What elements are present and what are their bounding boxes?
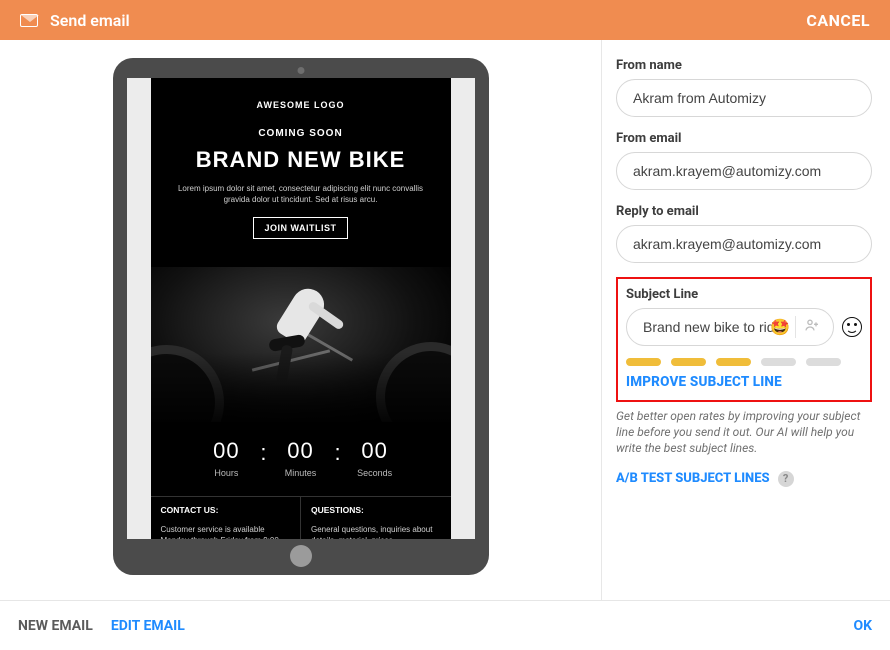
subject-input[interactable]	[626, 308, 834, 346]
score-segment	[626, 358, 661, 366]
score-segment	[671, 358, 706, 366]
score-segment	[761, 358, 796, 366]
tablet-home-button-icon	[290, 545, 312, 567]
countdown-seconds: 00	[349, 438, 401, 464]
edit-email-button[interactable]: EDIT EMAIL	[111, 618, 185, 634]
help-icon[interactable]: ?	[778, 471, 794, 487]
subject-input-wrap: 🤩	[626, 308, 834, 346]
score-segment	[716, 358, 751, 366]
preview-column: AWESOME LOGO COMING SOON BRAND NEW BIKE …	[0, 40, 602, 600]
brand-logo: AWESOME LOGO	[169, 100, 433, 110]
from-name-input[interactable]	[616, 79, 872, 117]
from-name-label: From name	[616, 58, 872, 73]
ab-test-button[interactable]: A/B TEST SUBJECT LINES	[616, 471, 770, 486]
page-title: Send email	[50, 11, 130, 30]
new-email-button[interactable]: NEW EMAIL	[18, 618, 93, 634]
score-segment	[806, 358, 841, 366]
settings-panel: From name From email Reply to email Subj…	[602, 40, 890, 600]
countdown-separator: :	[335, 438, 341, 466]
subject-hint: Get better open rates by improving your …	[616, 408, 872, 457]
emoji-picker-icon[interactable]	[842, 317, 862, 337]
coming-soon-label: COMING SOON	[169, 128, 433, 139]
countdown-hours-label: Hours	[200, 468, 252, 478]
countdown-minutes: 00	[275, 438, 327, 464]
tablet-camera-icon	[297, 67, 304, 74]
footer-questions-text: General questions, inquiries about detai…	[311, 525, 441, 539]
subject-line-section: Subject Line 🤩	[616, 277, 872, 402]
countdown-separator: :	[260, 438, 266, 466]
countdown-hours: 00	[200, 438, 252, 464]
from-email-input[interactable]	[616, 152, 872, 190]
countdown-minutes-label: Minutes	[275, 468, 327, 478]
email-preview: AWESOME LOGO COMING SOON BRAND NEW BIKE …	[151, 78, 451, 539]
email-headline: BRAND NEW BIKE	[169, 147, 433, 173]
add-person-icon[interactable]	[804, 317, 820, 337]
input-divider	[795, 316, 796, 338]
footer-questions-heading: QUESTIONS:	[311, 505, 441, 515]
subject-score	[626, 358, 862, 366]
subject-emoji: 🤩	[770, 318, 790, 337]
subject-label: Subject Line	[626, 287, 862, 302]
from-email-label: From email	[616, 131, 872, 146]
reply-to-input[interactable]	[616, 225, 872, 263]
envelope-icon	[20, 14, 38, 27]
bottom-bar: NEW EMAIL EDIT EMAIL OK	[0, 600, 890, 650]
footer-contact-text: Customer service is available Monday thr…	[161, 525, 291, 539]
hero-image	[151, 267, 451, 422]
footer-contact-heading: CONTACT US:	[161, 505, 291, 515]
email-body-text: Lorem ipsum dolor sit amet, consectetur …	[169, 183, 433, 205]
tablet-screen: AWESOME LOGO COMING SOON BRAND NEW BIKE …	[127, 78, 475, 539]
email-footer: CONTACT US: Customer service is availabl…	[151, 496, 451, 539]
cancel-button[interactable]: CANCEL	[806, 11, 870, 30]
reply-to-label: Reply to email	[616, 204, 872, 219]
tablet-frame: AWESOME LOGO COMING SOON BRAND NEW BIKE …	[113, 58, 489, 575]
improve-subject-button[interactable]: IMPROVE SUBJECT LINE	[626, 374, 862, 390]
countdown: 00 Hours : 00 Minutes : 00 Seconds	[151, 438, 451, 478]
join-waitlist-button[interactable]: JOIN WAITLIST	[253, 217, 347, 239]
top-bar: Send email CANCEL	[0, 0, 890, 40]
countdown-seconds-label: Seconds	[349, 468, 401, 478]
ok-button[interactable]: OK	[853, 618, 872, 634]
